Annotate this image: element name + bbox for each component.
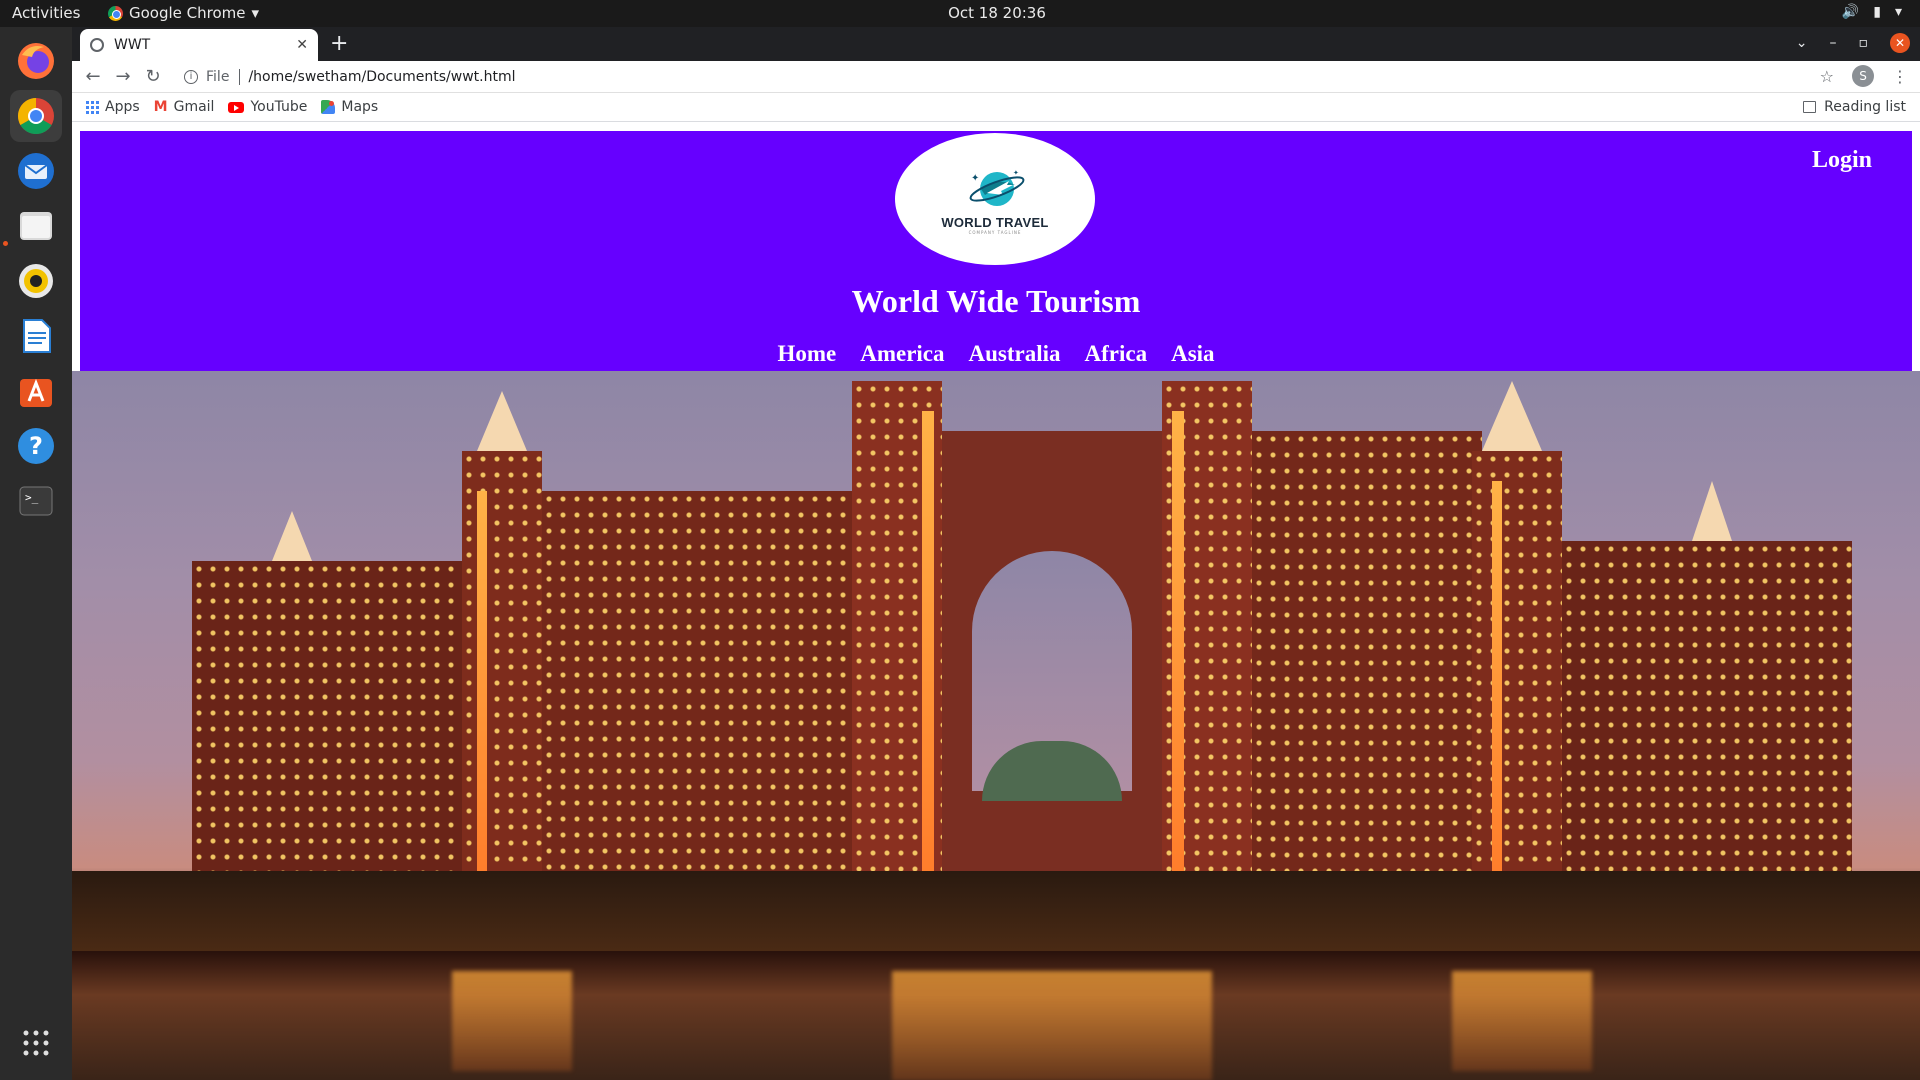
globe-icon: [90, 38, 104, 52]
bookmark-label: YouTube: [250, 99, 308, 115]
chevron-down-icon: ▾: [1894, 4, 1902, 20]
new-tab-button[interactable]: +: [330, 31, 348, 56]
spire: [1692, 481, 1732, 541]
scheme-label: File: [206, 69, 230, 85]
svg-text:?: ?: [29, 432, 43, 460]
url-text[interactable]: /home/swetham/Documents/wwt.html: [248, 69, 515, 85]
nav-america[interactable]: America: [860, 341, 944, 367]
nav-asia[interactable]: Asia: [1171, 341, 1214, 367]
toolbar-actions: ☆ S ⋮: [1820, 65, 1908, 87]
site-header: ✦ ✦ WORLD TRAVEL COMPANY TAGLINE Login W…: [80, 131, 1912, 371]
tab-title: WWT: [114, 37, 151, 53]
reload-button[interactable]: ↻: [138, 66, 168, 87]
youtube-icon: [228, 101, 245, 113]
gmail-icon: M: [153, 99, 168, 115]
profile-avatar[interactable]: S: [1852, 65, 1874, 87]
logo-text: WORLD TRAVEL: [941, 215, 1049, 230]
dock: ? >_: [0, 27, 72, 1080]
light-column: [1492, 481, 1502, 891]
rhythmbox-icon[interactable]: [10, 255, 62, 307]
building-left-mid: [542, 491, 852, 891]
back-button[interactable]: ←: [78, 66, 108, 87]
reading-list-icon: [1803, 101, 1817, 113]
site-title: World Wide Tourism: [851, 283, 1141, 319]
info-icon[interactable]: i: [184, 70, 198, 84]
running-indicator: [3, 241, 8, 246]
chrome-dock-icon[interactable]: [10, 90, 62, 142]
thunderbird-icon[interactable]: [10, 145, 62, 197]
writer-icon[interactable]: [10, 310, 62, 362]
bookmark-label: Apps: [105, 99, 140, 115]
chrome-window: WWT ✕ + ⌄ – ▫ ✕ ← → ↻ i File /home/sweth…: [72, 27, 1920, 1080]
reading-list-button[interactable]: Reading list: [1803, 99, 1906, 115]
firefox-icon[interactable]: [10, 35, 62, 87]
spire: [272, 511, 312, 561]
water-reflection: [1452, 971, 1592, 1071]
minimize-button[interactable]: –: [1830, 35, 1837, 51]
tab-search-icon[interactable]: ⌄: [1796, 35, 1808, 51]
maps-icon: [321, 100, 336, 114]
clock[interactable]: Oct 18 20:36: [0, 4, 1920, 22]
forward-button[interactable]: →: [108, 66, 138, 87]
login-link[interactable]: Login: [1812, 147, 1872, 174]
palm-line: [72, 871, 1920, 951]
restore-button[interactable]: ▫: [1859, 35, 1869, 51]
software-icon[interactable]: [10, 365, 62, 417]
terminal-icon[interactable]: >_: [10, 475, 62, 527]
tab-strip: WWT ✕ + ⌄ – ▫ ✕: [72, 27, 1920, 61]
logo-subtext: COMPANY TAGLINE: [968, 230, 1022, 235]
bookmark-maps[interactable]: Maps: [321, 99, 378, 115]
volume-icon: 🔊: [1841, 4, 1860, 20]
nav-africa[interactable]: Africa: [1085, 341, 1148, 367]
tab-wwt[interactable]: WWT ✕: [80, 29, 318, 61]
files-icon[interactable]: [10, 200, 62, 252]
menu-kebab-icon[interactable]: ⋮: [1892, 67, 1908, 86]
show-applications-icon[interactable]: [10, 1017, 62, 1069]
battery-icon: ▮: [1873, 4, 1881, 20]
building-right-wing: [1562, 541, 1852, 891]
help-icon[interactable]: ?: [10, 420, 62, 472]
water-reflection: [892, 971, 1212, 1080]
globe-plane-logo-icon: ✦ ✦: [969, 169, 1025, 206]
nav-australia[interactable]: Australia: [969, 341, 1061, 367]
reading-list-label: Reading list: [1824, 99, 1906, 115]
page-viewport: ✦ ✦ WORLD TRAVEL COMPANY TAGLINE Login W…: [72, 123, 1920, 1080]
bookmark-apps[interactable]: Apps: [86, 99, 140, 115]
light-column: [922, 411, 934, 891]
building-right-mid: [1252, 431, 1482, 891]
spire: [477, 391, 527, 451]
building-left-tower: [462, 451, 542, 891]
site-logo[interactable]: ✦ ✦ WORLD TRAVEL COMPANY TAGLINE: [895, 133, 1095, 265]
close-window-button[interactable]: ✕: [1890, 33, 1910, 53]
close-tab-icon[interactable]: ✕: [296, 37, 308, 53]
spire: [1482, 381, 1542, 451]
bookmark-label: Gmail: [173, 99, 215, 115]
svg-text:>_: >_: [25, 491, 39, 504]
svg-text:✦: ✦: [1013, 169, 1019, 177]
window-controls: ⌄ – ▫ ✕: [1796, 33, 1910, 53]
building-right-tower: [1472, 451, 1562, 891]
system-tray[interactable]: 🔊 ▮ ▾: [1842, 4, 1902, 20]
light-column: [1172, 411, 1184, 891]
bookmark-gmail[interactable]: M Gmail: [154, 99, 215, 115]
browser-toolbar: ← → ↻ i File /home/swetham/Documents/wwt…: [72, 61, 1920, 93]
light-column: [477, 491, 487, 891]
separator: [239, 69, 241, 85]
water-reflection: [452, 971, 572, 1071]
hero-image-atlantis-hotel: [72, 371, 1920, 1080]
bookmarks-bar: Apps M Gmail YouTube Maps Reading list: [72, 93, 1920, 122]
bookmark-youtube[interactable]: YouTube: [228, 99, 307, 115]
nav-home[interactable]: Home: [777, 341, 836, 367]
bookmark-star-icon[interactable]: ☆: [1820, 67, 1834, 86]
site-nav: Home America Australia Africa Asia: [80, 341, 1912, 367]
address-bar[interactable]: i File /home/swetham/Documents/wwt.html: [184, 63, 1828, 91]
bookmark-label: Maps: [341, 99, 379, 115]
svg-text:✦: ✦: [971, 173, 979, 184]
apps-grid-icon: [86, 100, 99, 114]
system-top-bar: Activities Google Chrome ▾ Oct 18 20:36 …: [0, 0, 1920, 27]
